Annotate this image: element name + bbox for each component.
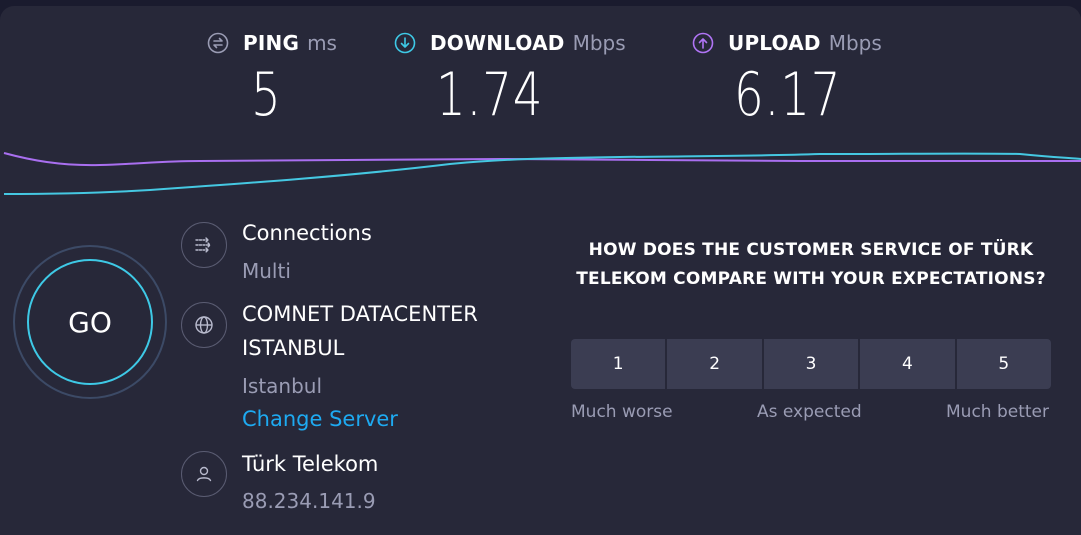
upload-metric: UPLOAD Mbps 6.17 (692, 30, 882, 130)
download-value: 1.74 (436, 60, 544, 130)
ping-metric: PING ms 5 (207, 30, 337, 130)
connections-value: Multi (242, 259, 291, 283)
ping-value: 5 (251, 60, 282, 130)
survey-question: HOW DOES THE CUSTOMER SERVICE OF TÜRK TE… (576, 240, 1046, 289)
provider-name: Türk Telekom (242, 452, 379, 476)
upload-unit: Mbps (828, 31, 882, 55)
user-icon (181, 451, 227, 497)
ping-label: PING (243, 31, 300, 55)
rating-button-1[interactable]: 1 (571, 339, 666, 389)
change-server-link[interactable]: Change Server (242, 407, 398, 431)
connections-title: Connections (242, 221, 372, 245)
download-label: DOWNLOAD (430, 31, 565, 55)
globe-icon (181, 302, 227, 348)
ping-icon (207, 32, 229, 54)
rating-button-4[interactable]: 4 (860, 339, 955, 389)
upload-label: UPLOAD (728, 31, 821, 55)
download-arrow-icon (394, 32, 416, 54)
connections-icon (181, 222, 227, 268)
go-label: GO (68, 305, 112, 339)
rating-button-5[interactable]: 5 (956, 339, 1052, 389)
server-location: Istanbul (242, 374, 323, 398)
scale-label-high: Much better (946, 402, 1049, 422)
upload-value: 6.17 (734, 60, 842, 130)
scale-label-low: Much worse (571, 402, 673, 422)
go-button[interactable]: GO (27, 259, 153, 385)
provider-ip: 88.234.141.9 (242, 489, 376, 513)
download-metric: DOWNLOAD Mbps 1.74 (394, 30, 626, 130)
speed-graph (3, 152, 1081, 195)
ping-unit: ms (307, 31, 337, 55)
rating-button-3[interactable]: 3 (763, 339, 859, 389)
download-unit: Mbps (572, 31, 626, 55)
scale-label-mid: As expected (757, 402, 862, 422)
rating-scale: 1 2 3 4 5 (571, 339, 1052, 389)
server-name-line1: COMNET DATACENTER (242, 302, 478, 326)
upload-arrow-icon (692, 32, 714, 54)
server-name-line2: ISTANBUL (242, 336, 345, 360)
rating-button-2[interactable]: 2 (667, 339, 762, 389)
